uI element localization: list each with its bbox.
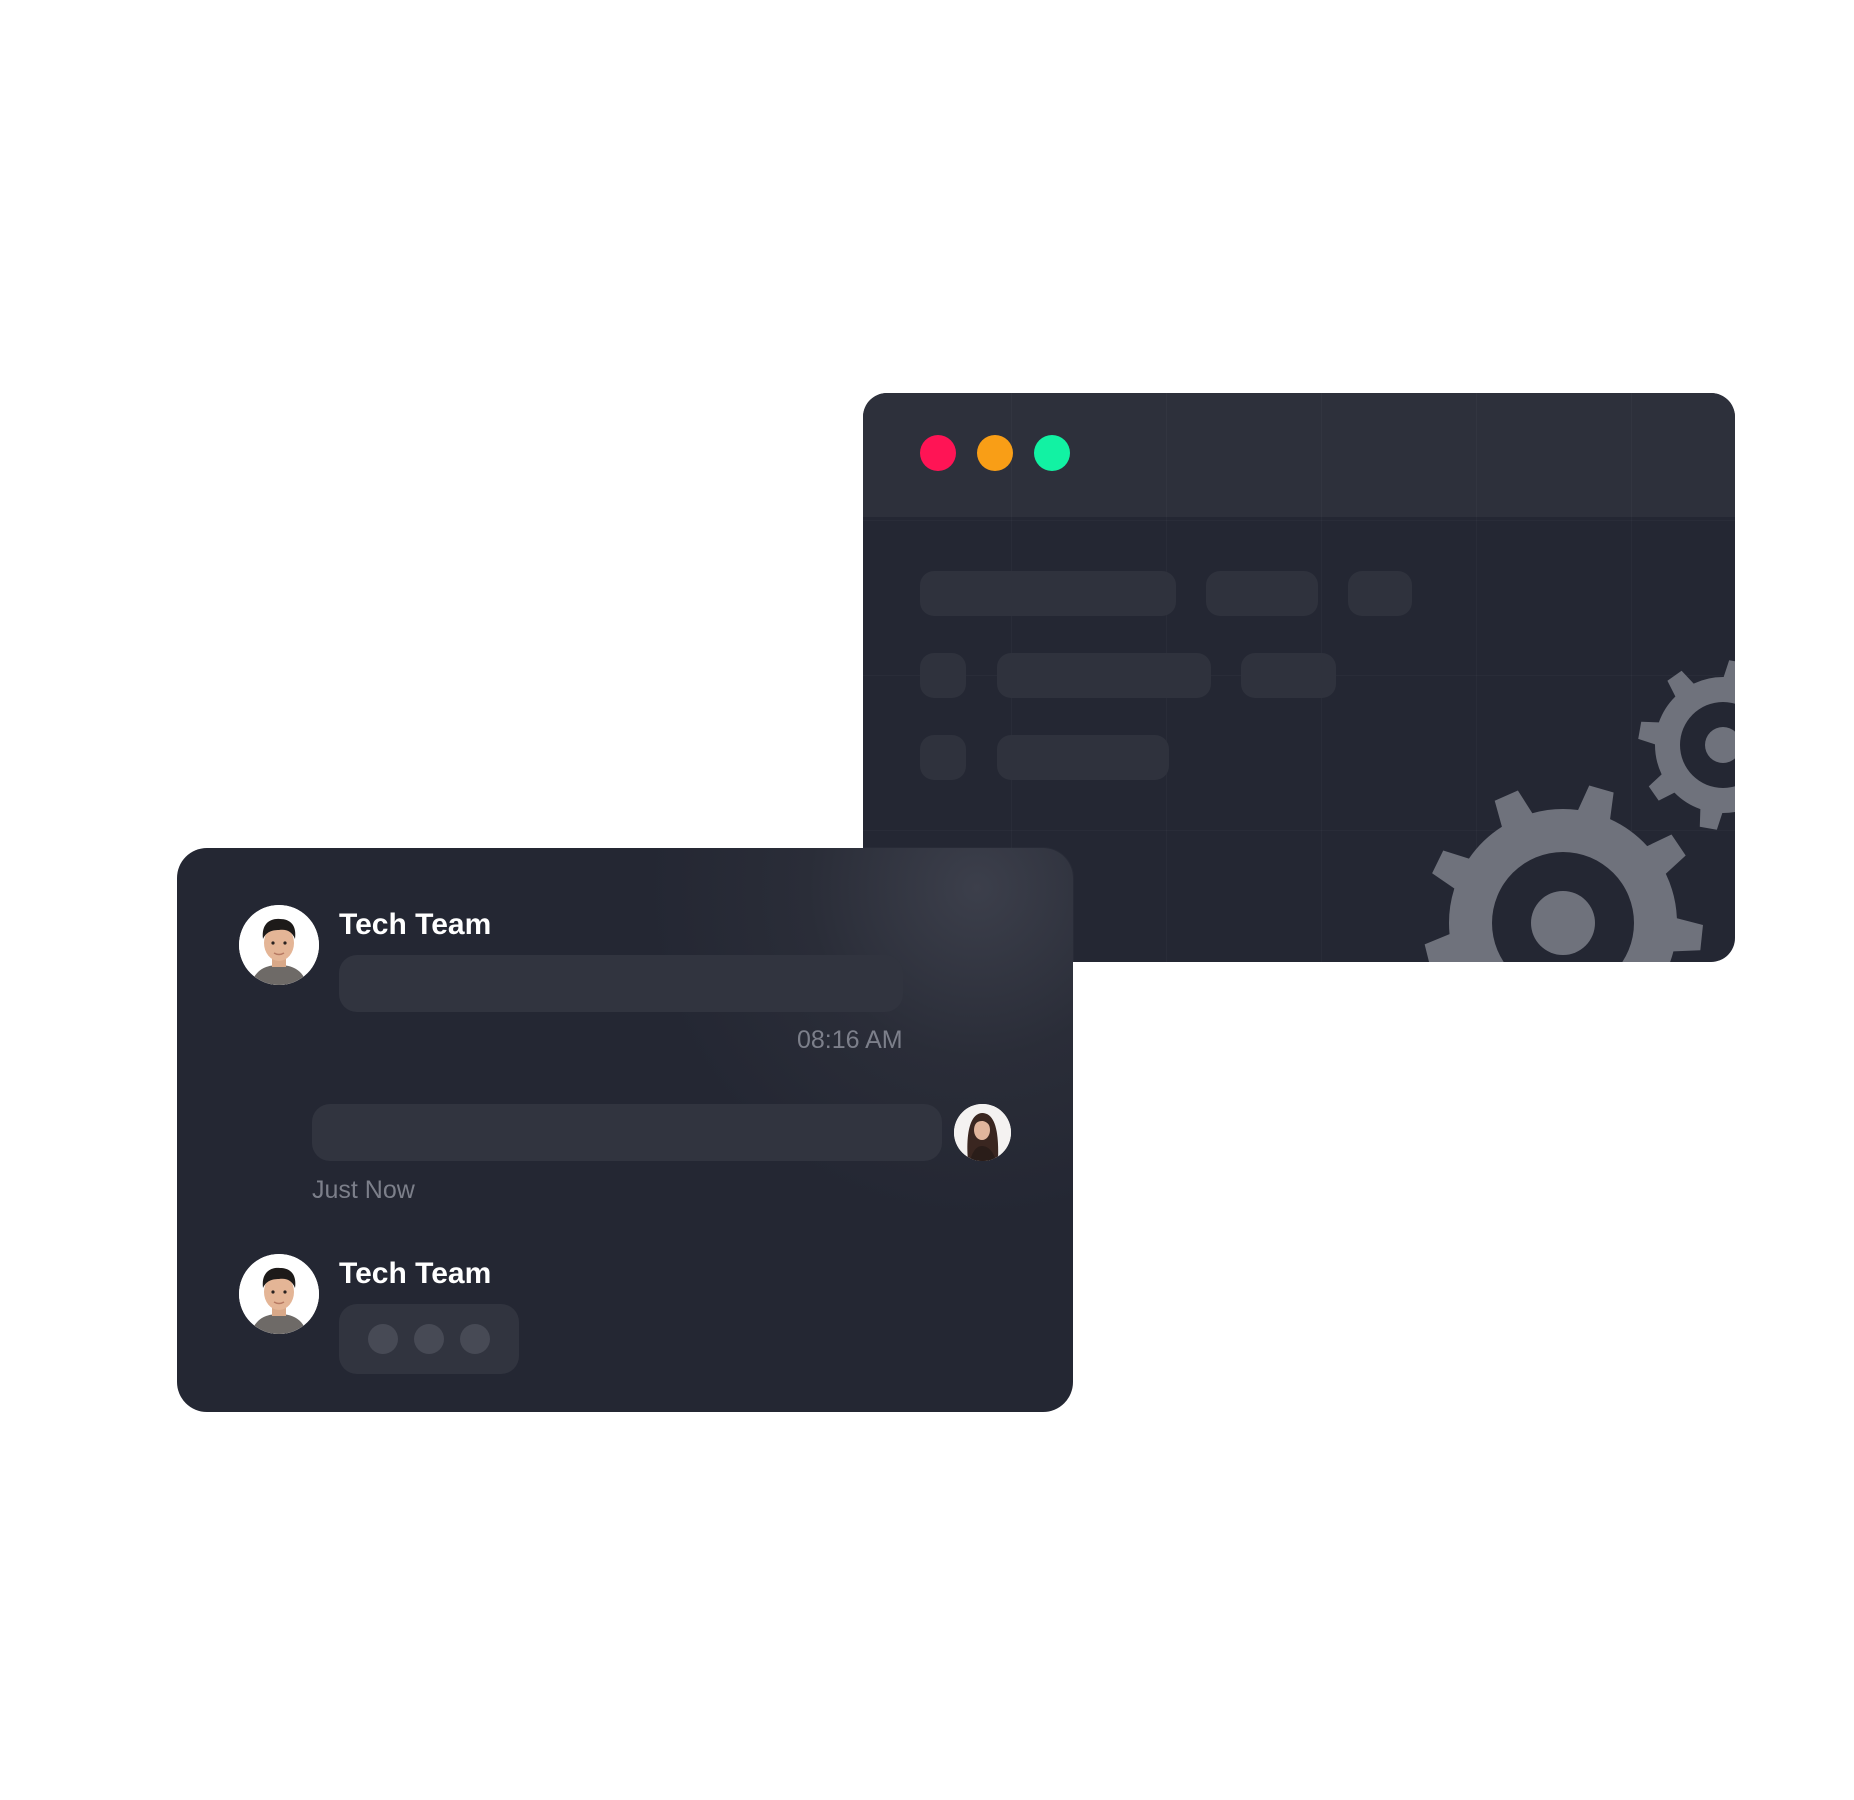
typing-dot (460, 1324, 490, 1354)
avatar[interactable] (239, 1254, 319, 1334)
man-avatar-icon (239, 905, 319, 985)
chat-panel: Tech Team 08:16 AM Just Now Tech Team (177, 848, 1073, 1412)
sender-name: Tech Team (339, 1257, 492, 1290)
gear-icon (1638, 660, 1735, 830)
avatar[interactable] (954, 1104, 1011, 1161)
avatar[interactable] (239, 905, 319, 985)
gear-icon (1424, 785, 1703, 962)
woman-avatar-icon (954, 1104, 1011, 1161)
typing-indicator (339, 1304, 519, 1374)
man-avatar-icon (239, 1254, 319, 1334)
typing-dot (414, 1324, 444, 1354)
message-bubble[interactable] (312, 1104, 942, 1161)
sender-name: Tech Team (339, 908, 492, 941)
message-bubble[interactable] (339, 955, 903, 1012)
message-timestamp: Just Now (312, 1176, 415, 1204)
message-timestamp: 08:16 AM (797, 1026, 903, 1054)
typing-dot (368, 1324, 398, 1354)
